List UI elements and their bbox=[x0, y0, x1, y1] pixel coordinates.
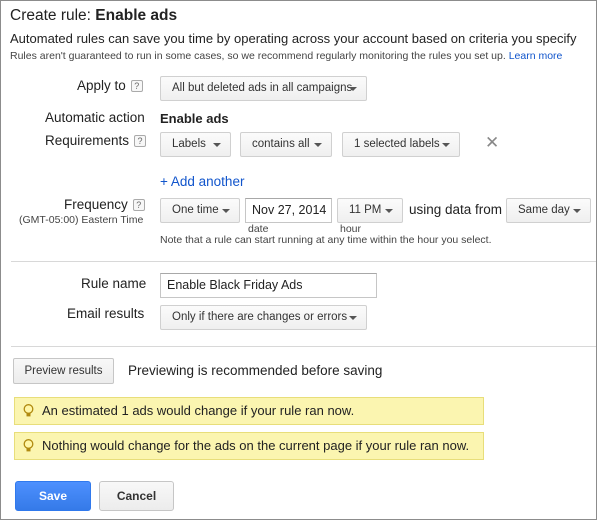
automatic-action-value: Enable ads bbox=[160, 111, 229, 126]
rule-name-input[interactable]: Enable Black Friday Ads bbox=[160, 273, 377, 298]
timezone-label: (GMT-05:00) Eastern Time bbox=[19, 214, 144, 226]
rule-name-label: Rule name bbox=[81, 276, 147, 291]
help-icon[interactable]: ? bbox=[130, 80, 143, 92]
title-rule-name: Enable ads bbox=[95, 7, 178, 24]
chevron-down-icon bbox=[385, 209, 393, 213]
requirement-labels-value: 1 selected labels bbox=[354, 138, 440, 150]
frequency-interval-dropdown[interactable]: One time bbox=[160, 198, 240, 223]
data-range-dropdown[interactable]: Same day bbox=[506, 198, 591, 223]
email-results-value: Only if there are changes or errors bbox=[172, 311, 348, 323]
data-range-value: Same day bbox=[518, 204, 570, 216]
hour-value: 11 PM bbox=[349, 204, 382, 216]
remove-requirement-icon[interactable]: ✕ bbox=[485, 134, 499, 151]
intro-text: Automated rules can save you time by ope… bbox=[10, 31, 577, 46]
chevron-down-icon bbox=[222, 209, 230, 213]
create-rule-dialog: Create rule: Enable ads Automated rules … bbox=[0, 0, 597, 520]
frequency-label-text: Frequency bbox=[64, 197, 128, 212]
lightbulb-icon bbox=[23, 439, 34, 452]
preview-results-button[interactable]: Preview results bbox=[13, 358, 114, 384]
requirements-label: Requirements? bbox=[45, 133, 147, 148]
requirement-labels-dropdown[interactable]: 1 selected labels bbox=[342, 132, 460, 157]
divider bbox=[11, 346, 596, 347]
chevron-down-icon bbox=[349, 87, 357, 91]
help-icon[interactable]: ? bbox=[134, 135, 147, 147]
help-icon[interactable]: ? bbox=[132, 199, 145, 211]
hour-dropdown[interactable]: 11 PM bbox=[337, 198, 403, 223]
chevron-down-icon bbox=[314, 143, 322, 147]
automatic-action-label: Automatic action bbox=[45, 110, 145, 125]
requirement-operator-value: contains all bbox=[252, 138, 310, 150]
apply-to-label-text: Apply to bbox=[77, 78, 126, 93]
save-button[interactable]: Save bbox=[15, 481, 91, 511]
learn-more-link[interactable]: Learn more bbox=[509, 50, 563, 62]
current-page-banner: Nothing would change for the ads on the … bbox=[14, 432, 484, 460]
chevron-down-icon bbox=[573, 209, 581, 213]
requirements-label-text: Requirements bbox=[45, 133, 130, 148]
apply-to-label: Apply to? bbox=[77, 78, 143, 93]
preview-hint: Previewing is recommended before saving bbox=[128, 363, 383, 378]
cancel-button[interactable]: Cancel bbox=[99, 481, 174, 511]
email-results-dropdown[interactable]: Only if there are changes or errors bbox=[160, 305, 367, 330]
lightbulb-icon bbox=[23, 404, 34, 417]
chevron-down-icon bbox=[349, 316, 357, 320]
estimate-banner-text: An estimated 1 ads would change if your … bbox=[42, 403, 355, 418]
add-another-link[interactable]: + Add another bbox=[160, 174, 244, 189]
requirement-field-value: Labels bbox=[172, 138, 206, 150]
frequency-note: Note that a rule can start running at an… bbox=[160, 234, 492, 246]
current-page-banner-text: Nothing would change for the ads on the … bbox=[42, 438, 470, 453]
date-input[interactable]: Nov 27, 2014 bbox=[245, 198, 332, 223]
disclaimer-text: Rules aren't guaranteed to run in some c… bbox=[10, 50, 506, 62]
chevron-down-icon bbox=[442, 143, 450, 147]
estimate-banner: An estimated 1 ads would change if your … bbox=[14, 397, 484, 425]
apply-to-dropdown[interactable]: All but deleted ads in all campaigns bbox=[160, 76, 367, 101]
frequency-label: Frequency? bbox=[64, 197, 145, 212]
page-title: Create rule: Enable ads bbox=[10, 7, 177, 25]
chevron-down-icon bbox=[213, 143, 221, 147]
using-data-from-label: using data from bbox=[409, 202, 503, 217]
divider bbox=[11, 261, 596, 262]
frequency-interval-value: One time bbox=[172, 204, 219, 216]
apply-to-value: All but deleted ads in all campaigns bbox=[172, 82, 353, 94]
requirement-operator-dropdown[interactable]: contains all bbox=[240, 132, 332, 157]
disclaimer-note: Rules aren't guaranteed to run in some c… bbox=[10, 50, 562, 62]
title-prefix: Create rule: bbox=[10, 7, 96, 24]
email-results-label: Email results bbox=[67, 306, 145, 321]
requirement-field-dropdown[interactable]: Labels bbox=[160, 132, 231, 157]
